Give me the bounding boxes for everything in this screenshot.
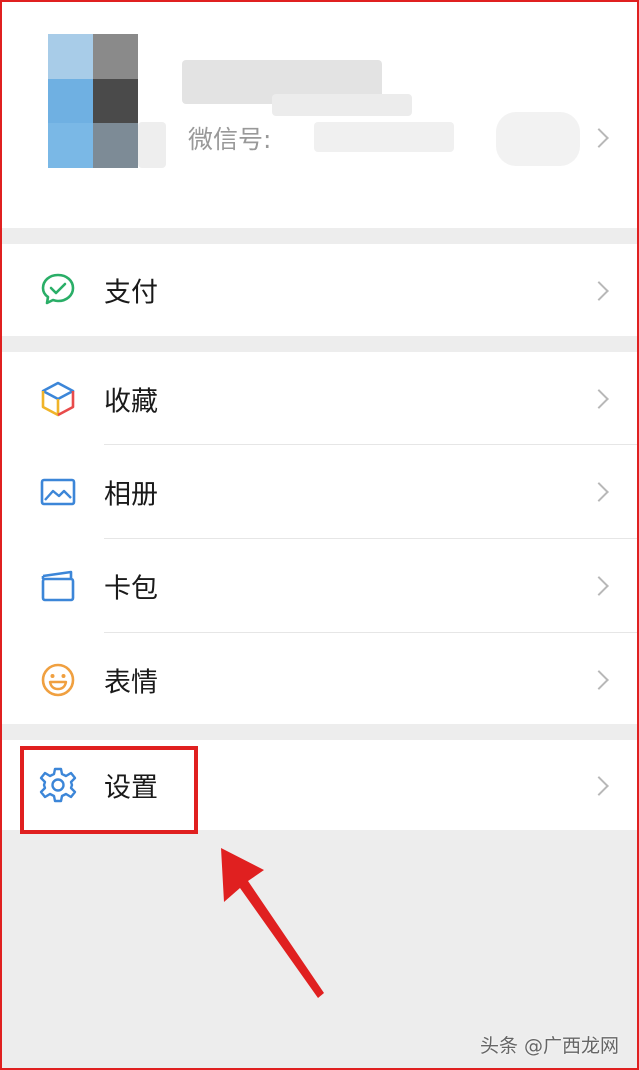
annotation-arrow-icon — [221, 848, 324, 998]
screen-frame: 微信号: 支付 收藏 相册 卡包 表情 设置 头条 @广西龙网 — [0, 0, 639, 1070]
watermark: 头条 @广西龙网 — [479, 1035, 619, 1057]
